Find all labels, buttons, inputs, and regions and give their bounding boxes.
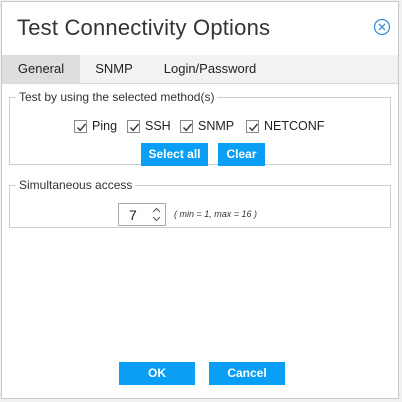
- ssh-checkbox[interactable]: SSH: [127, 118, 171, 134]
- ssh-label: SSH: [145, 119, 171, 133]
- range-hint: ( min = 1, max = 16 ): [174, 209, 258, 219]
- tab-bar: General SNMP Login/Password: [2, 55, 398, 84]
- ping-checkbox[interactable]: Ping: [74, 118, 117, 134]
- netconf-label: NETCONF: [264, 119, 325, 133]
- tab-login-password[interactable]: Login/Password: [148, 55, 272, 83]
- cancel-button[interactable]: Cancel: [209, 362, 285, 385]
- checkbox-box: [180, 119, 193, 133]
- snmp-checkbox[interactable]: SNMP: [180, 118, 234, 134]
- stepper-value: 7: [129, 207, 137, 223]
- checkbox-box: [74, 119, 87, 133]
- ok-button[interactable]: OK: [119, 362, 195, 385]
- check-icon: [182, 123, 193, 131]
- netconf-checkbox[interactable]: NETCONF: [246, 118, 324, 134]
- checkbox-box: [246, 119, 259, 133]
- checkbox-box: [127, 119, 140, 133]
- snmp-label: SNMP: [198, 119, 235, 133]
- dialog-title: Test Connectivity Options: [17, 15, 271, 40]
- check-icon: [76, 123, 87, 131]
- test-method-group: Test by using the selected method(s) Pin…: [9, 90, 391, 166]
- simultaneous-access-legend: Simultaneous access: [19, 178, 133, 192]
- ping-label: Ping: [92, 119, 118, 133]
- spinner-arrows-icon[interactable]: [151, 206, 162, 223]
- check-icon: [248, 123, 259, 131]
- test-connectivity-dialog: Test Connectivity Options General SNMP L…: [1, 1, 399, 399]
- close-button[interactable]: [373, 18, 391, 36]
- select-all-button[interactable]: Select all: [141, 143, 208, 166]
- simultaneous-access-stepper[interactable]: 7: [118, 203, 166, 226]
- tab-general[interactable]: General: [2, 55, 80, 83]
- close-circle-icon: [373, 18, 391, 36]
- simultaneous-access-group: Simultaneous access 7 ( min = 1, max = 1…: [9, 178, 391, 228]
- check-icon: [129, 123, 140, 131]
- tab-snmp[interactable]: SNMP: [80, 55, 148, 83]
- clear-button[interactable]: Clear: [218, 143, 265, 166]
- test-method-legend: Test by using the selected method(s): [19, 90, 215, 104]
